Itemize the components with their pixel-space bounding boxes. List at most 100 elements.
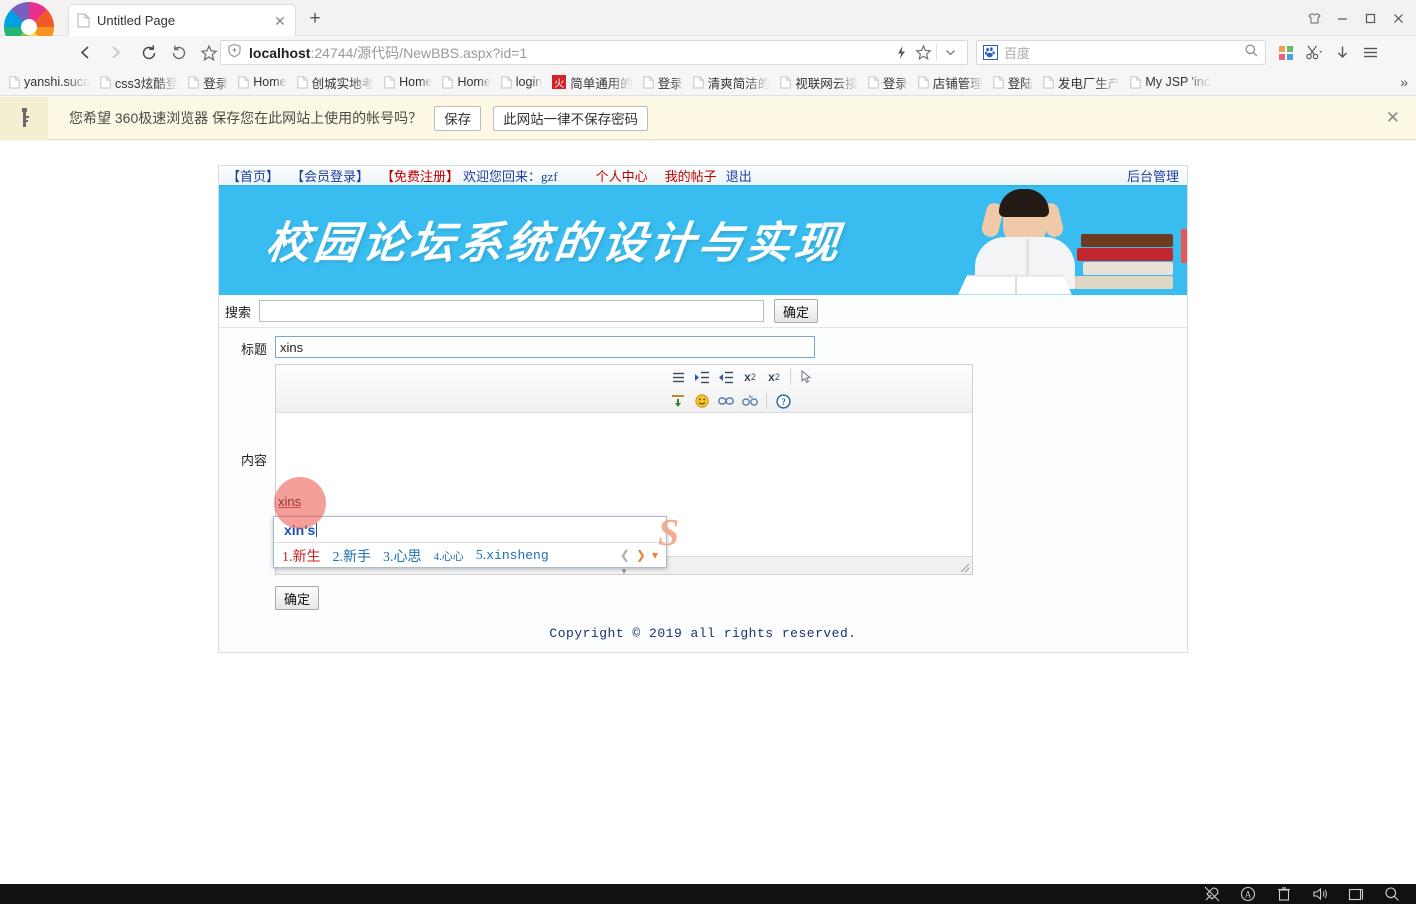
search-input[interactable]: 百度 bbox=[1004, 43, 1244, 62]
trash-icon[interactable] bbox=[1266, 884, 1302, 904]
bookmark-item[interactable]: Home bbox=[233, 71, 291, 93]
ime-next-page-icon[interactable]: ❯ bbox=[636, 548, 646, 563]
magnifier-icon[interactable] bbox=[1244, 43, 1259, 63]
ime-prev-page-icon[interactable]: ❮ bbox=[620, 548, 630, 563]
site-search-input[interactable] bbox=[259, 300, 765, 322]
bookmark-item[interactable]: My JSP 'ind bbox=[1125, 71, 1215, 93]
never-save-password-button[interactable]: 此网站一律不保存密码 bbox=[493, 105, 649, 131]
divider bbox=[936, 44, 937, 61]
bookmark-item[interactable]: 登陆 bbox=[988, 71, 1038, 93]
insert-link-icon[interactable] bbox=[714, 390, 738, 412]
forward-arrow-icon[interactable] bbox=[102, 40, 128, 66]
indent-increase-icon[interactable] bbox=[690, 366, 714, 388]
ime-candidate-number: 4. bbox=[433, 550, 442, 563]
bookmark-label: 登录 bbox=[882, 76, 908, 91]
document-icon bbox=[780, 75, 791, 89]
bookmark-label: Home bbox=[457, 75, 491, 89]
ime-candidate-window[interactable]: xin's 1.新生 2.新手 3.心思 4.心心 5.xinsheng ❮ ❯ ▾ S bbox=[273, 513, 679, 568]
align-justify-icon[interactable] bbox=[666, 366, 690, 388]
close-button[interactable] bbox=[1384, 3, 1412, 33]
maximize-button[interactable] bbox=[1356, 3, 1384, 33]
star-icon[interactable] bbox=[196, 40, 222, 66]
star-outline-icon[interactable] bbox=[912, 44, 934, 61]
lightning-icon[interactable] bbox=[890, 45, 912, 60]
bookmark-item[interactable]: 登录 bbox=[863, 71, 913, 93]
ime-candidate-1[interactable]: 1.新生 bbox=[282, 546, 321, 566]
submit-post-button[interactable]: 确定 bbox=[275, 586, 320, 610]
scissors-icon[interactable] bbox=[1300, 40, 1328, 65]
nav-admin-link[interactable]: 后台管理 bbox=[1127, 166, 1179, 185]
insert-row-icon[interactable] bbox=[666, 390, 690, 412]
apps-grid-icon[interactable] bbox=[1272, 40, 1300, 65]
download-arrow-icon[interactable] bbox=[1328, 40, 1356, 65]
bookmark-item[interactable]: yanshi.suca bbox=[4, 71, 95, 93]
indent-decrease-icon[interactable] bbox=[714, 366, 738, 388]
ime-candidate-3[interactable]: 3.心思 bbox=[383, 546, 422, 566]
bookmark-label: 发电厂生产 bbox=[1057, 76, 1121, 91]
bookmark-item[interactable]: 清爽简洁的 bbox=[688, 71, 776, 93]
bookmark-item[interactable]: Home bbox=[437, 71, 495, 93]
bookmark-item[interactable]: 创城实地考 bbox=[292, 71, 380, 93]
banner-illustration bbox=[939, 187, 1179, 295]
select-cursor-icon[interactable] bbox=[795, 366, 819, 388]
back-arrow-icon[interactable] bbox=[72, 40, 98, 66]
nav-free-register-link[interactable]: 【免费注册】 bbox=[381, 166, 459, 185]
infobar-close-icon[interactable]: ✕ bbox=[1386, 108, 1400, 128]
subscript-icon[interactable]: x2 bbox=[738, 366, 762, 388]
bookmark-item[interactable]: 火简单通用的 bbox=[547, 71, 638, 93]
document-icon bbox=[100, 75, 111, 89]
nav-logout-link[interactable]: 退出 bbox=[726, 166, 752, 185]
bookmark-item[interactable]: 登录 bbox=[183, 71, 233, 93]
nav-my-posts-link[interactable]: 我的帖子 bbox=[665, 166, 717, 185]
save-password-button[interactable]: 保存 bbox=[434, 105, 482, 131]
address-bar[interactable]: localhost:24744/源代码/NewBBS.aspx?id=1 bbox=[220, 40, 968, 65]
nav-home-link[interactable]: 【首页】 bbox=[227, 166, 279, 185]
skin-button[interactable] bbox=[1300, 3, 1328, 33]
ime-candidate-text: 心心 bbox=[441, 550, 464, 563]
bookmark-label: 视联网云接 bbox=[795, 76, 858, 91]
search-icon[interactable] bbox=[1374, 884, 1410, 904]
help-icon[interactable]: ? bbox=[771, 390, 795, 412]
reload-icon[interactable] bbox=[136, 40, 162, 66]
bookmarks-bar: yanshi.suca css3炫酷登 登录 Home 创城实地考 Home Home log… bbox=[0, 69, 1416, 96]
volume-icon[interactable] bbox=[1302, 884, 1338, 904]
window-icon[interactable] bbox=[1338, 884, 1374, 904]
nav-personal-center-link[interactable]: 个人中心 bbox=[596, 166, 648, 185]
bookmark-item[interactable]: login bbox=[496, 71, 547, 93]
bookmark-item[interactable]: 店铺管理 bbox=[913, 71, 988, 93]
post-title-input[interactable] bbox=[275, 336, 815, 358]
document-icon bbox=[9, 75, 20, 89]
history-back-icon[interactable] bbox=[166, 40, 192, 66]
resize-grip-icon[interactable] bbox=[960, 563, 970, 573]
remove-link-icon[interactable] bbox=[738, 390, 762, 412]
document-icon bbox=[1043, 75, 1054, 89]
ime-candidate-5[interactable]: 5.xinsheng bbox=[476, 548, 549, 564]
document-icon bbox=[868, 75, 879, 89]
bookmark-item[interactable]: 登录 bbox=[638, 71, 688, 93]
bookmark-label: 清爽简洁的 bbox=[707, 76, 771, 91]
minimize-button[interactable] bbox=[1328, 3, 1356, 33]
url-host: localhost bbox=[249, 44, 311, 61]
bookmark-item[interactable]: 发电厂生产 bbox=[1038, 71, 1126, 93]
chevron-down-icon[interactable] bbox=[939, 46, 961, 59]
bookmark-item[interactable]: css3炫酷登 bbox=[95, 71, 183, 93]
ime-candidate-4[interactable]: 4.心心 bbox=[434, 548, 464, 564]
search-box[interactable]: 百度 bbox=[976, 40, 1266, 65]
site-banner: 校园论坛系统的设计与实现 bbox=[219, 187, 1187, 295]
tab-untitled-page[interactable]: Untitled Page ✕ bbox=[68, 4, 296, 36]
ime-candidate-number: 2. bbox=[332, 549, 344, 565]
new-tab-button[interactable]: + bbox=[305, 9, 325, 29]
emoji-icon[interactable] bbox=[690, 390, 714, 412]
rocket-icon[interactable] bbox=[1194, 884, 1230, 904]
site-search-button[interactable]: 确定 bbox=[774, 299, 819, 323]
superscript-icon[interactable]: x2 bbox=[762, 366, 786, 388]
hamburger-menu-icon[interactable] bbox=[1356, 40, 1384, 65]
tab-close-icon[interactable]: ✕ bbox=[273, 14, 287, 28]
bookmarks-overflow-button[interactable]: » bbox=[1400, 74, 1408, 90]
bookmark-label: 登录 bbox=[203, 76, 229, 91]
antivirus-icon[interactable]: A bbox=[1230, 884, 1266, 904]
ime-candidate-2[interactable]: 2.新手 bbox=[333, 546, 372, 566]
nav-member-login-link[interactable]: 【会员登录】 bbox=[291, 166, 369, 185]
bookmark-item[interactable]: 视联网云接 bbox=[775, 71, 863, 93]
bookmark-item[interactable]: Home bbox=[379, 71, 437, 93]
